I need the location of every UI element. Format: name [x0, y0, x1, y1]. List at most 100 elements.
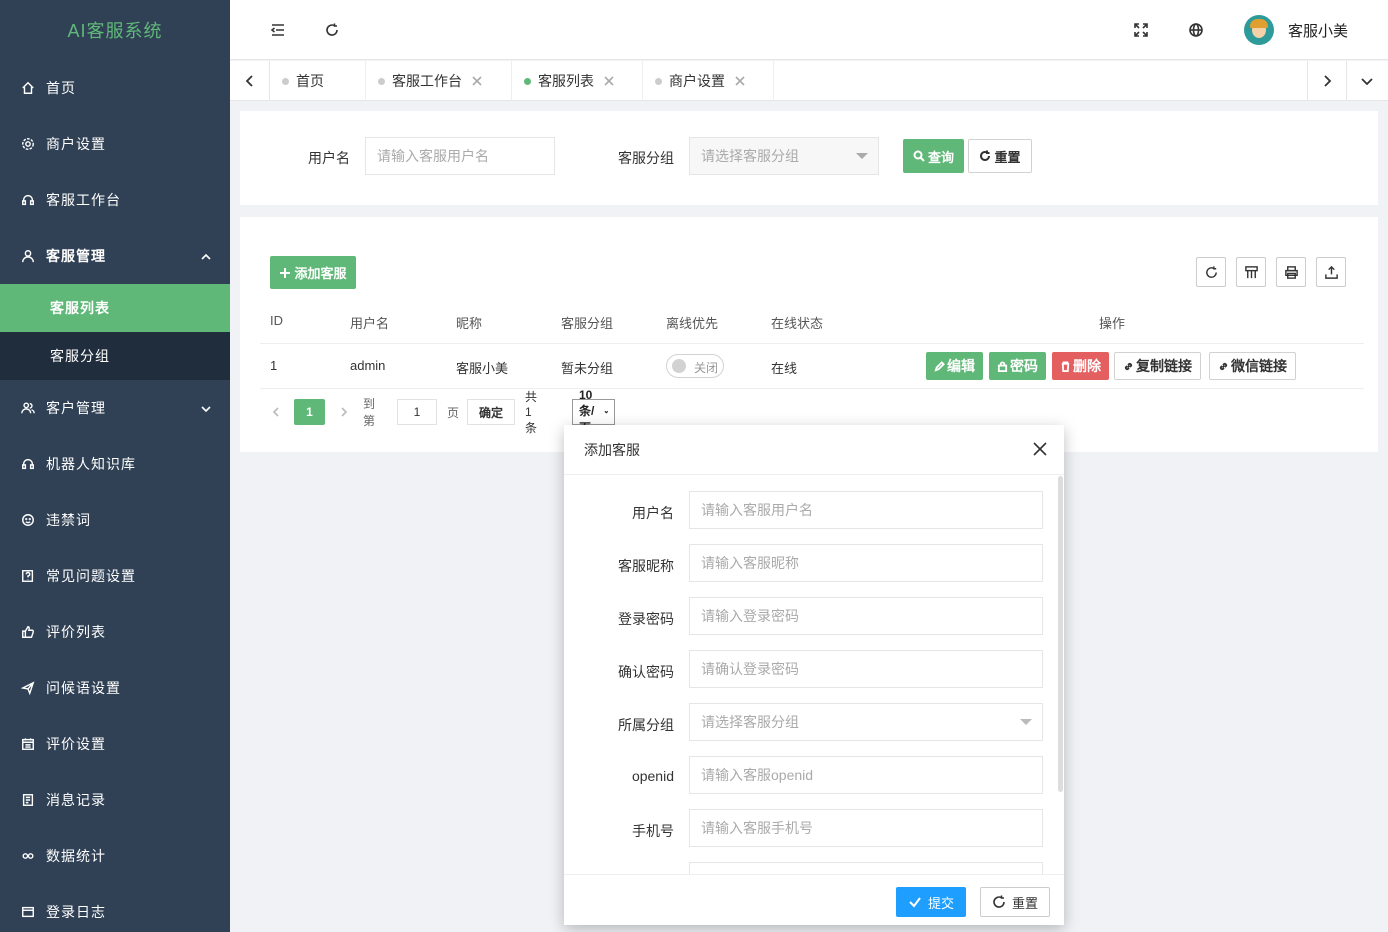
close-icon[interactable]: [472, 76, 482, 86]
columns-icon[interactable]: [1236, 257, 1266, 287]
question-icon: [20, 568, 36, 584]
tab-label: 客服工作台: [392, 73, 462, 89]
form-input-phone[interactable]: 请输入客服手机号: [689, 809, 1043, 847]
column-header-offline-first: 离线优先: [666, 316, 719, 331]
form-input-partial[interactable]: [689, 862, 1043, 874]
username-filter-input[interactable]: 请输入客服用户名: [365, 137, 555, 175]
copy-link-button[interactable]: 复制链接: [1114, 352, 1201, 380]
search-panel: 用户名 请输入客服用户名 客服分组 请选择客服分组 查询 重置: [240, 111, 1378, 205]
reset-button[interactable]: 重置: [968, 139, 1032, 173]
dialog-scrollbar[interactable]: [1058, 476, 1063, 792]
export-icon[interactable]: [1316, 257, 1346, 287]
group-filter-select[interactable]: 请选择客服分组: [689, 137, 879, 175]
offline-first-toggle[interactable]: 关闭: [666, 354, 724, 378]
tab-workbench[interactable]: 客服工作台: [366, 61, 512, 101]
password-label: 密码: [1010, 358, 1038, 374]
delete-button[interactable]: 删除: [1052, 352, 1109, 380]
form-select-group[interactable]: 请选择客服分组: [689, 703, 1043, 741]
close-icon[interactable]: [604, 76, 614, 86]
add-service-button[interactable]: 添加客服: [270, 256, 356, 289]
caret-down-icon: [856, 153, 868, 159]
print-icon[interactable]: [1276, 257, 1306, 287]
tab-merchant-settings[interactable]: 商户设置: [643, 61, 774, 101]
form-label-username: 用户名: [632, 505, 674, 521]
home-icon: [20, 80, 36, 96]
top-header: 客服小美: [230, 0, 1388, 60]
sidebar-item-faq-settings[interactable]: 常见问题设置: [0, 548, 230, 604]
form-input-nickname[interactable]: 请输入客服昵称: [689, 544, 1043, 582]
sidebar-item-banned-words[interactable]: 违禁词: [0, 492, 230, 548]
sidebar-item-workbench[interactable]: 客服工作台: [0, 172, 230, 228]
sidebar-item-label: 数据统计: [46, 848, 106, 864]
sidebar-item-login-logs[interactable]: 登录日志: [0, 884, 230, 932]
sidebar-item-home[interactable]: 首页: [0, 60, 230, 116]
sidebar-item-message-records[interactable]: 消息记录: [0, 772, 230, 828]
form-label-confirm-password: 确认密码: [618, 664, 674, 680]
tab-scroll-right-icon[interactable]: [1307, 61, 1347, 101]
next-page-icon[interactable]: [338, 399, 350, 425]
refresh-icon[interactable]: [322, 20, 342, 40]
sidebar-item-statistics[interactable]: 数据统计: [0, 828, 230, 884]
sidebar-item-review-list[interactable]: 评价列表: [0, 604, 230, 660]
tab-dot: [524, 78, 531, 85]
close-icon[interactable]: [1032, 441, 1048, 457]
edit-button[interactable]: 编辑: [926, 352, 983, 380]
tab-home[interactable]: 首页: [270, 61, 366, 101]
sidebar-item-label: 登录日志: [46, 904, 106, 920]
form-input-username[interactable]: 请输入客服用户名: [689, 491, 1043, 529]
form-reset-button[interactable]: 重置: [980, 887, 1050, 917]
tab-more-icon[interactable]: [1347, 61, 1387, 101]
sidebar-item-service-group[interactable]: 客服分组: [0, 332, 230, 380]
form-input-confirm-password[interactable]: 请确认登录密码: [689, 650, 1043, 688]
sidebar-item-label: 问候语设置: [46, 680, 121, 696]
thumb-icon: [20, 624, 36, 640]
password-button[interactable]: 密码: [989, 352, 1046, 380]
check-icon: [909, 897, 921, 908]
sidebar-item-review-settings[interactable]: 评价设置: [0, 716, 230, 772]
tab-service-list[interactable]: 客服列表: [512, 61, 643, 101]
page-number-current[interactable]: 1: [294, 399, 325, 425]
tab-label: 客服列表: [538, 73, 594, 89]
sidebar-item-label: 评价设置: [46, 736, 106, 752]
menu-fold-icon[interactable]: [268, 20, 288, 40]
copy-link-label: 复制链接: [1136, 358, 1192, 374]
form-label-phone: 手机号: [632, 823, 674, 839]
cell-group: 暂未分组: [561, 361, 614, 376]
dialog-form: 用户名 请输入客服用户名 客服昵称 请输入客服昵称 登录密码 请输入登录密码 确…: [564, 476, 1064, 874]
refresh-icon: [993, 895, 1005, 908]
close-icon[interactable]: [735, 76, 745, 86]
sidebar-item-customer-management[interactable]: 客户管理: [0, 380, 230, 436]
goto-page-input[interactable]: 1: [397, 399, 437, 425]
submit-button[interactable]: 提交: [896, 887, 966, 917]
refresh-icon[interactable]: [1196, 257, 1226, 287]
form-label-password: 登录密码: [618, 611, 674, 627]
goto-confirm-button[interactable]: 确定: [467, 399, 515, 425]
fullscreen-icon[interactable]: [1131, 20, 1151, 40]
query-button[interactable]: 查询: [903, 139, 964, 173]
document-icon: [20, 792, 36, 808]
sidebar-item-service-management[interactable]: 客服管理: [0, 228, 230, 284]
form-reset-label: 重置: [1011, 895, 1038, 911]
lock-icon: [997, 360, 1008, 372]
robot-icon: [20, 456, 36, 472]
group-filter-placeholder: 请选择客服分组: [701, 148, 799, 164]
sidebar-item-service-list[interactable]: 客服列表: [0, 284, 230, 332]
globe-icon[interactable]: [1186, 20, 1206, 40]
sidebar-item-merchant-settings[interactable]: 商户设置: [0, 116, 230, 172]
tab-scroll-left-icon[interactable]: [230, 61, 270, 101]
form-input-openid[interactable]: 请输入客服openid: [689, 756, 1043, 794]
link-icon: [20, 848, 36, 864]
header-username[interactable]: 客服小美: [1288, 20, 1348, 41]
avatar[interactable]: [1244, 15, 1274, 45]
form-input-password[interactable]: 请输入登录密码: [689, 597, 1043, 635]
dialog-header: 添加客服: [564, 425, 1064, 475]
page-size-select[interactable]: 10 条/页: [572, 388, 616, 435]
wechat-link-label: 微信链接: [1231, 358, 1287, 374]
sidebar-item-robot-knowledge[interactable]: 机器人知识库: [0, 436, 230, 492]
edit-label: 编辑: [947, 358, 975, 374]
wechat-link-button[interactable]: 微信链接: [1209, 352, 1296, 380]
sidebar-item-greeting-settings[interactable]: 问候语设置: [0, 660, 230, 716]
smile-icon: [20, 512, 36, 528]
prev-page-icon[interactable]: [270, 399, 282, 425]
window-icon: [20, 904, 36, 920]
